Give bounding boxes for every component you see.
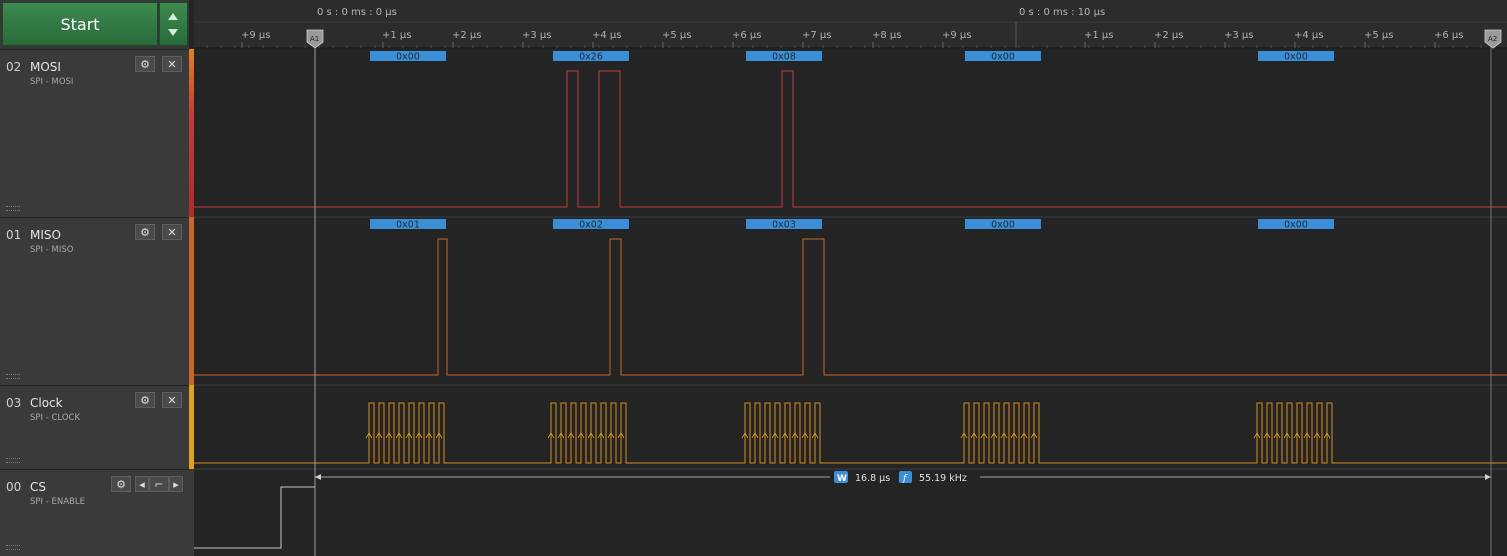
channel-clock[interactable]: 03 Clock SPI - CLOCK ⚙ ✕ [0, 385, 189, 469]
mosi-waveform [194, 70, 1507, 208]
tick-label: +1 μs [382, 30, 412, 41]
tick-label: +3 μs [1224, 30, 1254, 41]
close-icon[interactable]: ✕ [162, 56, 182, 72]
drag-handle[interactable] [6, 458, 20, 463]
tick-label: +6 μs [1434, 30, 1464, 41]
decoded-packet-label: 0x03 [772, 220, 796, 231]
width-badge: W [837, 474, 847, 484]
start-label: Start [60, 14, 100, 34]
frequency-value: 55.19 kHz [919, 473, 967, 484]
prev-edge-icon[interactable]: ◂ [135, 476, 149, 492]
width-value: 16.8 μs [855, 473, 890, 484]
channel-analyzer: SPI - CLOCK [30, 413, 81, 423]
tick-label: +3 μs [522, 30, 552, 41]
gear-icon[interactable]: ⚙ [111, 476, 131, 492]
decoded-packet-label: 0x00 [396, 52, 420, 63]
decoded-packet-label: 0x00 [1284, 52, 1308, 63]
waveform-plot[interactable]: 0 s : 0 ms : 0 μs 0 s : 0 ms : 10 μs +9 … [194, 0, 1507, 556]
next-edge-icon[interactable]: ▸ [169, 476, 183, 492]
start-options-toggle[interactable] [159, 2, 188, 46]
channel-analyzer: SPI - MISO [30, 245, 74, 255]
channel-name[interactable]: CS [30, 480, 46, 494]
drag-handle[interactable] [6, 374, 20, 379]
tick-label: +6 μs [732, 30, 762, 41]
channel-name[interactable]: MOSI [30, 60, 61, 74]
tick-label: +7 μs [802, 30, 832, 41]
decoded-packet-label: 0x02 [579, 220, 603, 231]
clock-waveform [194, 402, 1507, 464]
edge-icon[interactable]: ⌐ [149, 476, 169, 492]
decoded-packet-label: 0x00 [991, 220, 1015, 231]
tick-label: +9 μs [942, 30, 972, 41]
channel-number: 01 [6, 228, 22, 242]
channel-number: 02 [6, 60, 22, 74]
tick-label: +9 μs [241, 30, 271, 41]
gear-icon[interactable]: ⚙ [135, 224, 155, 240]
arrow-down-icon[interactable] [168, 29, 178, 36]
channel-miso[interactable]: 01 MISO SPI - MISO ⚙ ✕ [0, 217, 189, 385]
decoded-packet-label: 0x00 [991, 52, 1015, 63]
tick-label: +4 μs [1294, 30, 1324, 41]
gear-icon[interactable]: ⚙ [135, 392, 155, 408]
drag-handle[interactable] [6, 206, 20, 211]
tick-label: +2 μs [452, 30, 482, 41]
close-icon[interactable]: ✕ [162, 392, 182, 408]
channel-name[interactable]: MISO [30, 228, 61, 242]
tick-label: +1 μs [1084, 30, 1114, 41]
tick-label: +4 μs [592, 30, 622, 41]
origin-time-label: 0 s : 0 ms : 0 μs [317, 7, 397, 18]
channel-analyzer: SPI - ENABLE [30, 497, 85, 507]
decoded-packet-label: 0x26 [579, 52, 603, 63]
channel-number: 03 [6, 396, 22, 410]
measurement-bar: W 16.8 μs f 55.19 kHz [315, 470, 1491, 484]
channel-number: 00 [6, 480, 22, 494]
tick-label: +5 μs [662, 30, 692, 41]
tick-label: +2 μs [1154, 30, 1184, 41]
start-button[interactable]: Start [2, 2, 158, 46]
origin2-time-label: 0 s : 0 ms : 10 μs [1019, 7, 1105, 18]
tick-label: +5 μs [1364, 30, 1394, 41]
drag-handle[interactable] [6, 545, 20, 550]
channel-panel: Start 02 MOSI SPI - MOSI ⚙ ✕ 01 MISO SPI… [0, 0, 189, 556]
channel-name[interactable]: Clock [30, 396, 63, 410]
decoded-packet-label: 0x00 [1284, 220, 1308, 231]
gear-icon[interactable]: ⚙ [135, 56, 155, 72]
marker-a2-label: A2 [1488, 35, 1497, 43]
close-icon[interactable]: ✕ [162, 224, 182, 240]
channel-cs[interactable]: 00 CS SPI - ENABLE ⚙ ◂ ⌐ ▸ [0, 469, 189, 556]
miso-waveform [194, 238, 1507, 376]
tick-label: +8 μs [872, 30, 902, 41]
channel-mosi[interactable]: 02 MOSI SPI - MOSI ⚙ ✕ [0, 49, 189, 217]
cs-waveform [194, 486, 315, 549]
marker-a1-label: A1 [310, 35, 319, 43]
decoded-packet-label: 0x01 [396, 220, 420, 231]
arrow-up-icon[interactable] [168, 13, 178, 20]
channel-analyzer: SPI - MOSI [30, 77, 74, 87]
decoded-packet-label: 0x08 [772, 52, 796, 63]
